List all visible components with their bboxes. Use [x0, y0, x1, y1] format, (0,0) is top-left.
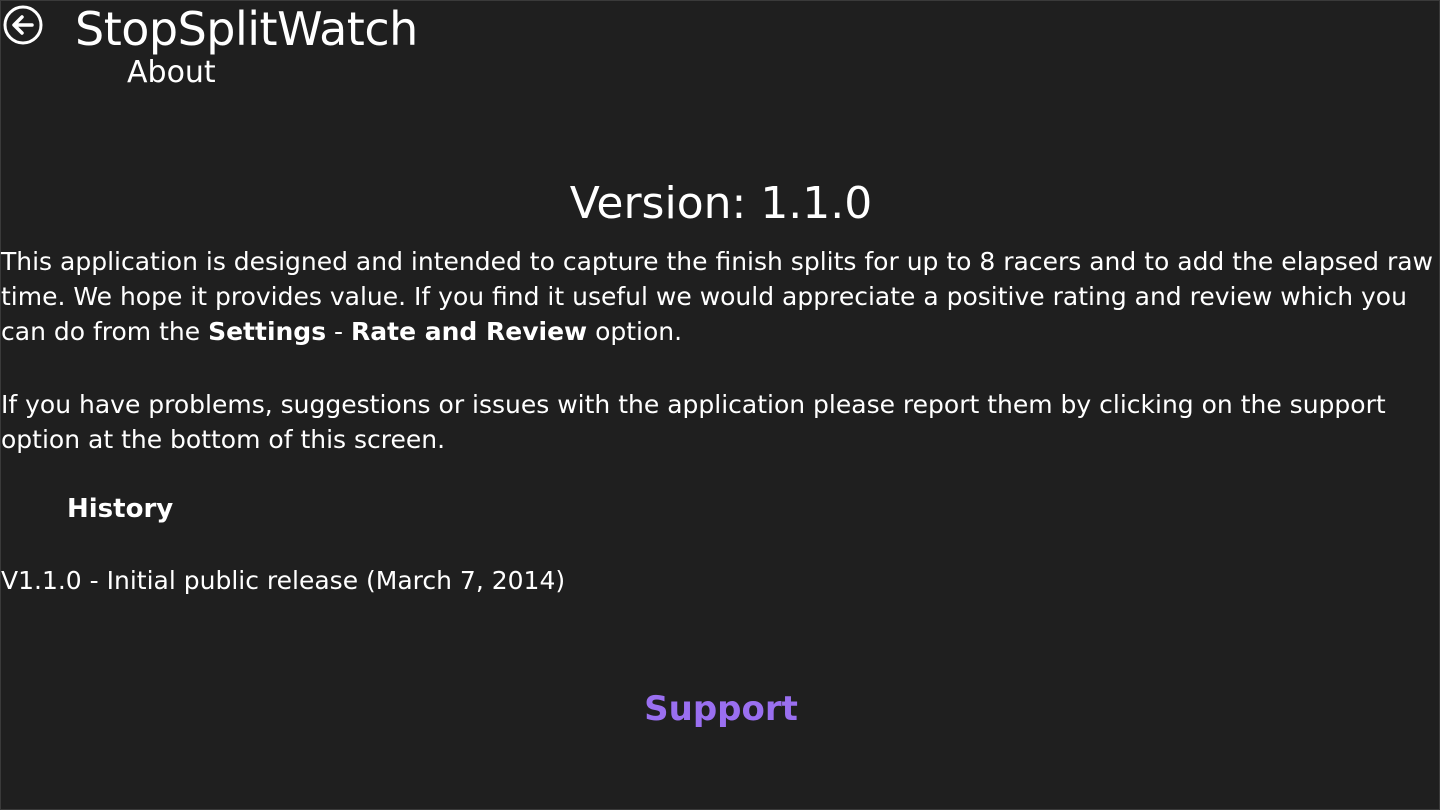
about-page: StopSplitWatch About Version: 1.1.0 This…	[0, 0, 1440, 810]
back-button[interactable]	[3, 5, 43, 45]
intro-paragraph: This application is designed and intende…	[1, 244, 1437, 349]
separator-text: -	[326, 317, 352, 346]
support-label: Support	[644, 689, 798, 729]
version-label: Version: 1.1.0	[569, 178, 873, 229]
problems-paragraph: If you have problems, suggestions or iss…	[1, 390, 1386, 454]
app-title: StopSplitWatch	[75, 2, 418, 56]
rate-review-label: Rate and Review	[351, 317, 588, 346]
support-link[interactable]: Support	[1, 687, 1440, 731]
history-item: V1.1.0 - Initial public release (March 7…	[1, 566, 566, 595]
history-heading: History	[67, 494, 174, 524]
page-title: About	[127, 55, 216, 90]
intro-text-end: option.	[587, 317, 683, 346]
settings-label: Settings	[208, 317, 327, 346]
back-arrow-circle-icon	[3, 5, 43, 45]
